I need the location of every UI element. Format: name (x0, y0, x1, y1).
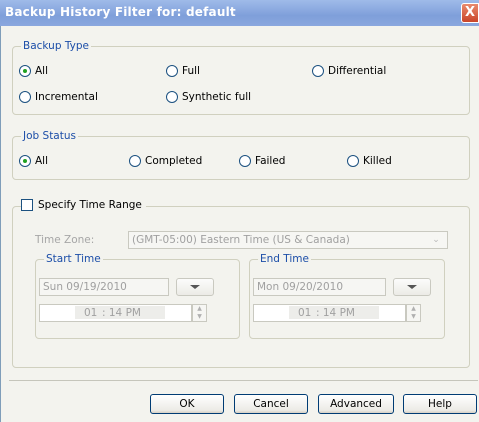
backup-type-all-radio[interactable]: All (19, 65, 48, 77)
start-time-input[interactable]: 01 : 14 PM (39, 304, 192, 322)
ok-button[interactable]: OK (150, 394, 224, 414)
end-date-dropdown-button[interactable] (393, 278, 431, 296)
job-status-killed-radio[interactable]: Killed (347, 155, 392, 167)
radio-label: Killed (363, 155, 392, 167)
end-hour-value: 01 (298, 307, 312, 319)
job-status-failed-radio[interactable]: Failed (239, 155, 285, 167)
radio-label: Incremental (35, 91, 98, 103)
dropdown-arrow-icon (407, 285, 417, 289)
radio-unchecked-icon (312, 65, 324, 77)
radio-label: Differential (328, 65, 387, 77)
job-status-all-radio[interactable]: All (19, 155, 48, 167)
radio-unchecked-icon (239, 155, 251, 167)
help-button[interactable]: Help (403, 394, 477, 414)
start-hour-value: 01 (84, 307, 98, 319)
radio-label: All (35, 65, 49, 77)
job-status-legend: Job Status (21, 130, 78, 142)
time-zone-value: (GMT-05:00) Eastern Time (US & Canada) (132, 234, 350, 246)
backup-type-legend: Backup Type (21, 40, 91, 52)
end-time-spinner[interactable]: ▲ ▼ (406, 304, 421, 322)
time-range-group: Specify Time Range Time Zone: (GMT-05:00… (12, 199, 470, 368)
start-time-rest: : 14 PM (102, 307, 141, 319)
spin-down-icon[interactable]: ▼ (407, 313, 420, 321)
checkbox-unchecked-icon (21, 199, 33, 211)
backup-type-differential-radio[interactable]: Differential (312, 65, 386, 77)
backup-type-incremental-radio[interactable]: Incremental (19, 91, 98, 103)
radio-unchecked-icon (129, 155, 141, 167)
job-status-group: Job Status All Completed Failed Killed (12, 130, 470, 180)
radio-unchecked-icon (166, 91, 178, 103)
start-date-field[interactable]: Sun 09/19/2010 (39, 278, 169, 296)
spin-up-icon[interactable]: ▲ (193, 305, 206, 313)
start-time-group: Start Time Sun 09/19/2010 01 : 14 PM ▲ ▼ (35, 253, 240, 339)
job-status-completed-radio[interactable]: Completed (129, 155, 202, 167)
dialog-body: Backup Type All Full Differential Increm… (0, 26, 479, 422)
advanced-button[interactable]: Advanced (318, 394, 394, 414)
time-zone-label: Time Zone: (35, 234, 95, 246)
radio-label: Failed (255, 155, 286, 167)
button-separator (9, 380, 478, 381)
end-time-rest: : 14 PM (316, 307, 355, 319)
radio-checked-icon (19, 155, 31, 167)
radio-label: Full (182, 65, 200, 77)
start-date-value: Sun 09/19/2010 (43, 281, 127, 293)
radio-unchecked-icon (19, 91, 31, 103)
spin-up-icon[interactable]: ▲ (407, 305, 420, 313)
end-date-field[interactable]: Mon 09/20/2010 (253, 278, 386, 296)
spin-down-icon[interactable]: ▼ (193, 313, 206, 321)
checkbox-label: Specify Time Range (38, 199, 142, 211)
radio-unchecked-icon (166, 65, 178, 77)
start-time-spinner[interactable]: ▲ ▼ (192, 304, 207, 322)
end-time-group: End Time Mon 09/20/2010 01 : 14 PM ▲ ▼ (249, 253, 445, 339)
radio-checked-icon (19, 65, 31, 77)
specify-time-range-checkbox[interactable]: Specify Time Range (21, 199, 146, 211)
backup-type-synthetic-full-radio[interactable]: Synthetic full (166, 91, 251, 103)
cancel-button[interactable]: Cancel (234, 394, 308, 414)
radio-label: Synthetic full (182, 91, 252, 103)
close-button[interactable]: X (461, 3, 479, 23)
window-title: Backup History Filter for: default (5, 5, 236, 19)
dropdown-arrow-icon (190, 285, 200, 289)
backup-type-group: Backup Type All Full Differential Increm… (12, 40, 470, 115)
start-time-legend: Start Time (44, 253, 103, 265)
close-icon: X (464, 5, 476, 20)
end-time-input[interactable]: 01 : 14 PM (253, 304, 406, 322)
time-zone-select[interactable]: (GMT-05:00) Eastern Time (US & Canada) ⌄ (128, 231, 448, 249)
radio-unchecked-icon (347, 155, 359, 167)
radio-label: All (35, 155, 49, 167)
end-date-value: Mon 09/20/2010 (257, 281, 343, 293)
end-time-legend: End Time (258, 253, 311, 265)
radio-label: Completed (145, 155, 203, 167)
title-bar: Backup History Filter for: default X (0, 0, 479, 26)
backup-type-full-radio[interactable]: Full (166, 65, 200, 77)
start-date-dropdown-button[interactable] (176, 278, 214, 296)
chevron-down-icon: ⌄ (432, 235, 440, 245)
